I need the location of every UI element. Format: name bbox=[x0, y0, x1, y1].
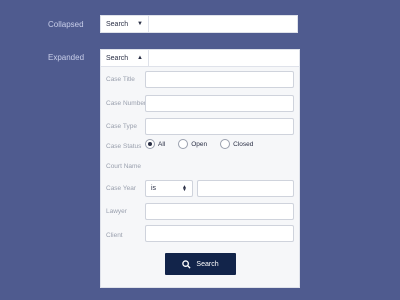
expanded-search-bar: Search ▲ bbox=[100, 49, 300, 67]
collapsed-search-bar: Search ▼ bbox=[100, 15, 298, 33]
court-name-label: Court Name bbox=[106, 163, 142, 170]
radio-unchecked-icon[interactable] bbox=[220, 139, 231, 149]
case-type-label: Case Type bbox=[106, 123, 137, 130]
case-year-operator-select[interactable]: is ▲ ▼ bbox=[145, 180, 193, 197]
case-status-label: Case Status bbox=[106, 143, 142, 150]
collapsed-dropdown-label: Search bbox=[106, 20, 129, 28]
search-icon bbox=[182, 259, 191, 269]
client-input[interactable] bbox=[145, 225, 294, 242]
caret-down-icon: ▼ bbox=[137, 21, 143, 27]
case-number-label: Case Number bbox=[106, 100, 147, 107]
case-number-input[interactable] bbox=[145, 95, 294, 112]
client-label: Client bbox=[106, 232, 123, 239]
updown-icon: ▲ ▼ bbox=[182, 183, 187, 193]
caret-up-icon: ▲ bbox=[137, 55, 143, 61]
lawyer-label: Lawyer bbox=[106, 208, 127, 215]
lawyer-input[interactable] bbox=[145, 203, 294, 220]
expanded-dropdown-label: Search bbox=[106, 54, 129, 62]
status-all-label: All bbox=[158, 140, 166, 148]
expanded-search-input[interactable] bbox=[149, 50, 299, 66]
case-title-label: Case Title bbox=[106, 76, 135, 83]
case-type-input[interactable] bbox=[145, 118, 294, 135]
radio-unchecked-icon[interactable] bbox=[178, 139, 189, 149]
case-title-input[interactable] bbox=[145, 71, 294, 88]
collapsed-search-dropdown[interactable]: Search ▼ bbox=[101, 16, 149, 32]
case-year-label: Case Year bbox=[106, 185, 136, 192]
status-open-label: Open bbox=[191, 140, 208, 148]
case-status-radio-group: All Open Closed bbox=[145, 139, 262, 149]
status-closed-label: Closed bbox=[233, 140, 254, 148]
collapsed-label: Collapsed bbox=[48, 20, 84, 29]
search-button-label: Search bbox=[196, 260, 219, 268]
status-option-open[interactable]: Open bbox=[178, 139, 207, 149]
search-button[interactable]: Search bbox=[165, 253, 236, 275]
case-year-operator-value: is bbox=[151, 185, 157, 192]
expanded-search-dropdown[interactable]: Search ▲ bbox=[101, 50, 149, 66]
collapsed-search-input[interactable] bbox=[149, 16, 297, 32]
status-option-closed[interactable]: Closed bbox=[220, 139, 253, 149]
advanced-search-panel: Case Title Case Number Case Type Case St… bbox=[100, 66, 300, 288]
case-year-input[interactable] bbox=[197, 180, 294, 197]
status-option-all[interactable]: All bbox=[145, 139, 165, 149]
expanded-label: Expanded bbox=[48, 53, 85, 62]
radio-checked-icon[interactable] bbox=[145, 139, 155, 149]
